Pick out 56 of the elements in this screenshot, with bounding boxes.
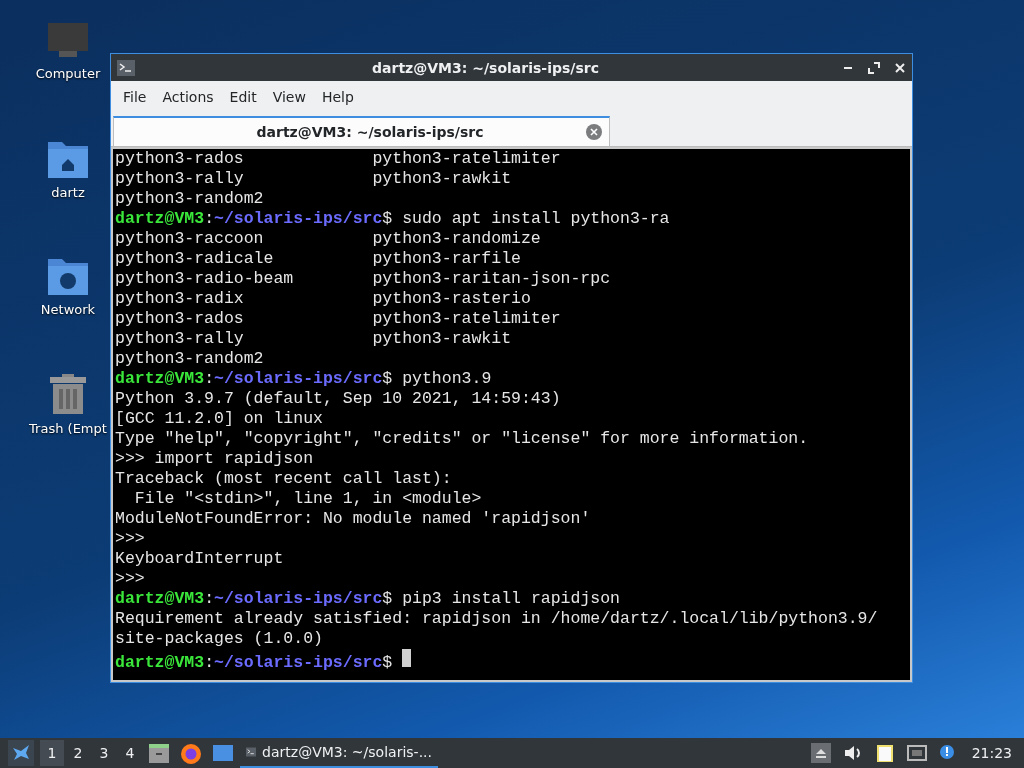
- terminal-line: python3-random2: [115, 189, 264, 209]
- terminal-line: python3-radicale python3-rarfile: [115, 249, 521, 269]
- close-tab-icon[interactable]: [586, 124, 602, 140]
- terminal-line: >>> import rapidjson: [115, 449, 314, 469]
- terminal-line: python3-rados python3-ratelimiter: [115, 309, 561, 329]
- terminal-line: python3-radix python3-rasterio: [115, 289, 531, 309]
- terminal-line: python3-radio-beam python3-raritan-json-rpc: [115, 269, 611, 289]
- home-folder-icon: [47, 139, 89, 179]
- close-icon[interactable]: [894, 61, 906, 74]
- menu-item[interactable]: Edit: [221, 85, 265, 109]
- terminal-icon: [117, 59, 135, 76]
- desktop-icon-label[interactable]: Computer: [35, 66, 101, 81]
- terminal-line: Python 3.9.7 (default, Sep 10 2021, 14:59:43): [115, 389, 561, 409]
- workspace-button[interactable]: 1: [40, 740, 64, 766]
- terminal-line: ModuleNotFoundError: No module named 'rapidjson': [115, 509, 591, 529]
- window-title: dartz@VM3: ~/solaris-ips/src: [371, 59, 600, 76]
- terminal-line: python3-raccoon python3-randomize: [115, 229, 541, 249]
- speaker-icon[interactable]: [842, 743, 863, 763]
- terminal-line: >>>: [115, 569, 145, 589]
- menu-item[interactable]: View: [264, 85, 314, 109]
- terminal-tab[interactable]: dartz@VM3: ~/solaris-ips/src: [113, 116, 610, 146]
- terminal-line: Requirement already satisfied: rapidjson in /home/dartz/.local/lib/python3.9/: [115, 609, 878, 629]
- menu-item[interactable]: File: [115, 85, 155, 109]
- terminal-line: >>>: [115, 529, 145, 549]
- clock[interactable]: 21:23: [971, 745, 1012, 761]
- terminal-line: dartz@VM3:~/solaris-ips/src$ python3.9: [115, 369, 492, 389]
- terminal-line: File "<stdin>", line 1, in <module>: [133, 489, 482, 509]
- menu-item[interactable]: Actions: [154, 85, 222, 109]
- desktop-icon-label[interactable]: dartz: [51, 185, 85, 200]
- terminal-line: dartz@VM3:~/solaris-ips/src$: [115, 653, 393, 673]
- file-cabinet-icon[interactable]: [147, 741, 171, 765]
- terminal-line: dartz@VM3:~/solaris-ips/src$ sudo apt install python3-ra: [115, 209, 670, 229]
- network-icon[interactable]: [906, 743, 927, 763]
- workspace-button[interactable]: 4: [118, 740, 142, 766]
- workspace-button[interactable]: 2: [66, 740, 90, 766]
- maximize-icon[interactable]: [868, 61, 880, 74]
- terminal-line: python3-rados python3-ratelimiter: [115, 149, 561, 169]
- clipboard-icon[interactable]: [874, 743, 895, 763]
- terminal-line: site-packages (1.0.0): [115, 629, 323, 649]
- terminal-line: python3-rally python3-rawkit: [115, 169, 512, 189]
- monitor-icon: [47, 22, 89, 60]
- terminal-line: python3-rally python3-rawkit: [115, 329, 512, 349]
- terminal-line: Traceback (most recent call last):: [115, 469, 452, 489]
- terminal-line: dartz@VM3:~/solaris-ips/src$ pip3 install rapidjson: [115, 589, 620, 609]
- eject-icon[interactable]: [810, 743, 831, 763]
- terminal-line: [GCC 11.2.0] on linux: [115, 409, 323, 429]
- terminal-line: Type "help", "copyright", "credits" or "license" for more information.: [115, 429, 809, 449]
- network-folder-icon: [47, 256, 89, 296]
- desktop-icon-label[interactable]: Network: [40, 302, 96, 317]
- terminal-line: python3-random2: [115, 349, 264, 369]
- menu-item[interactable]: Help: [313, 85, 362, 109]
- taskbar-task[interactable]: dartz@VM3: ~/solaris-...: [240, 738, 438, 768]
- desktop-icon-label[interactable]: Trash (Empt: [29, 421, 107, 436]
- workspace-button[interactable]: 3: [92, 740, 116, 766]
- trash-icon: [49, 373, 87, 415]
- terminal-line: KeyboardInterrupt: [115, 549, 284, 569]
